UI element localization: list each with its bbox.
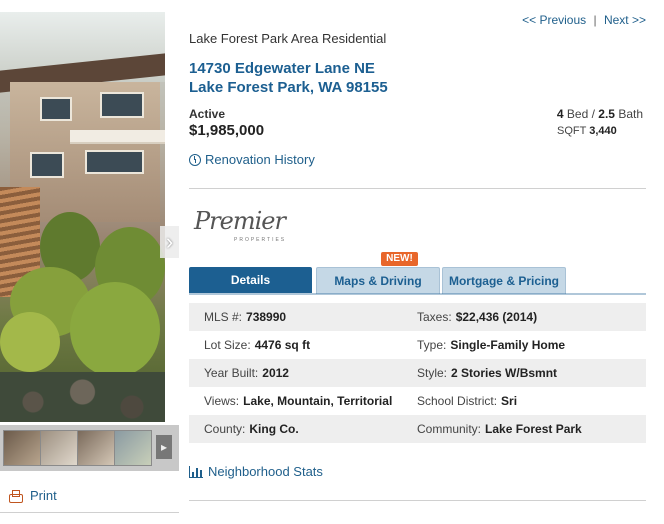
detail-value: 2 Stories W/Bsmnt — [451, 366, 558, 380]
status-badge: Active — [189, 107, 226, 121]
neighborhood-stats-label: Neighborhood Stats — [208, 464, 323, 479]
listing-area: Lake Forest Park Area Residential — [189, 31, 387, 46]
detail-key: County: — [204, 422, 246, 436]
detail-key: School District: — [417, 394, 498, 408]
clock-icon — [189, 153, 201, 166]
logo-script: Premier — [194, 207, 286, 235]
baths-label: Bath — [618, 107, 643, 121]
detail-value: Lake, Mountain, Territorial — [243, 394, 393, 408]
bar-chart-icon — [189, 465, 203, 478]
print-label: Print — [30, 488, 57, 503]
tab-details[interactable]: Details — [189, 267, 312, 293]
tab-underline — [189, 293, 646, 295]
photo-thumbnail[interactable] — [114, 430, 152, 466]
beds-count: 4 — [556, 107, 564, 121]
detail-key: MLS #: — [204, 310, 243, 324]
detail-key: Style: — [417, 366, 448, 380]
next-photo-button[interactable]: › — [160, 226, 179, 258]
beds-label: Bed / — [566, 107, 595, 121]
thumbnail-next-button[interactable]: ▸ — [156, 435, 172, 459]
listing-price: $1,985,000 — [189, 122, 265, 139]
detail-value: 738990 — [246, 310, 287, 324]
details-table: MLS #: 738990 Taxes: $22,436 (2014) Lot Si… — [189, 303, 646, 443]
address-city: Lake Forest Park, WA 98155 — [189, 79, 388, 96]
renovation-history-link[interactable]: Renovation History — [189, 152, 315, 167]
detail-value: 4476 sq ft — [254, 338, 311, 352]
details-row: County: King Co. Community: Lake Forest Pa… — [189, 415, 646, 443]
address-street: 14730 Edgewater Lane NE — [189, 60, 375, 77]
thumbnail-strip: ▸ — [0, 425, 179, 471]
divider — [189, 500, 646, 501]
details-row: MLS #: 738990 Taxes: $22,436 (2014) — [189, 303, 646, 331]
detail-value: Sri — [501, 394, 518, 408]
detail-value: Single-Family Home — [450, 338, 566, 352]
photo-thumbnail[interactable] — [40, 430, 78, 466]
detail-key: Year Built: — [204, 366, 259, 380]
printer-icon — [8, 489, 23, 503]
detail-key: Views: — [204, 394, 240, 408]
new-badge: NEW! — [381, 252, 418, 266]
photo-thumbnail[interactable] — [77, 430, 115, 466]
divider — [0, 512, 179, 513]
detail-key: Taxes: — [417, 310, 452, 324]
detail-key: Type: — [417, 338, 447, 352]
baths-count: 2.5 — [598, 107, 615, 121]
chevron-right-icon: ▸ — [160, 440, 168, 454]
listing-pager: << Previous | Next >> — [522, 13, 646, 27]
sqft-summary: SQFT 3,440 — [557, 125, 617, 137]
sqft-value: 3,440 — [589, 125, 617, 137]
detail-key: Community: — [417, 422, 482, 436]
bed-bath-summary: 4 Bed / 2.5 Bath — [557, 107, 643, 121]
previous-link[interactable]: << Previous — [522, 13, 586, 27]
brokerage-logo: Premier PROPERTIES — [194, 207, 289, 249]
details-row: Views: Lake, Mountain, Territorial School… — [189, 387, 646, 415]
detail-value: 2012 — [262, 366, 289, 380]
renovation-history-label: Renovation History — [205, 152, 315, 167]
details-row: Lot Size: 4476 sq ft Type: Single-Family H… — [189, 331, 646, 359]
tab-mortgage-pricing[interactable]: Mortgage & Pricing — [442, 267, 566, 294]
main-listing-photo[interactable] — [0, 12, 165, 422]
detail-value: King Co. — [249, 422, 299, 436]
detail-value: $22,436 (2014) — [455, 310, 538, 324]
sqft-label: SQFT — [557, 125, 587, 137]
photo-thumbnail[interactable] — [3, 430, 41, 466]
detail-key: Lot Size: — [204, 338, 251, 352]
next-link[interactable]: Next >> — [604, 13, 646, 27]
divider — [189, 188, 646, 189]
chevron-right-icon: › — [165, 229, 174, 254]
pager-separator: | — [593, 13, 597, 27]
print-link[interactable]: Print — [8, 488, 57, 503]
detail-value: Lake Forest Park — [485, 422, 582, 436]
details-row: Year Built: 2012 Style: 2 Stories W/Bsmnt — [189, 359, 646, 387]
logo-subtext: PROPERTIES — [234, 237, 287, 243]
tab-maps-driving[interactable]: Maps & Driving — [316, 267, 440, 294]
neighborhood-stats-link[interactable]: Neighborhood Stats — [189, 464, 323, 479]
